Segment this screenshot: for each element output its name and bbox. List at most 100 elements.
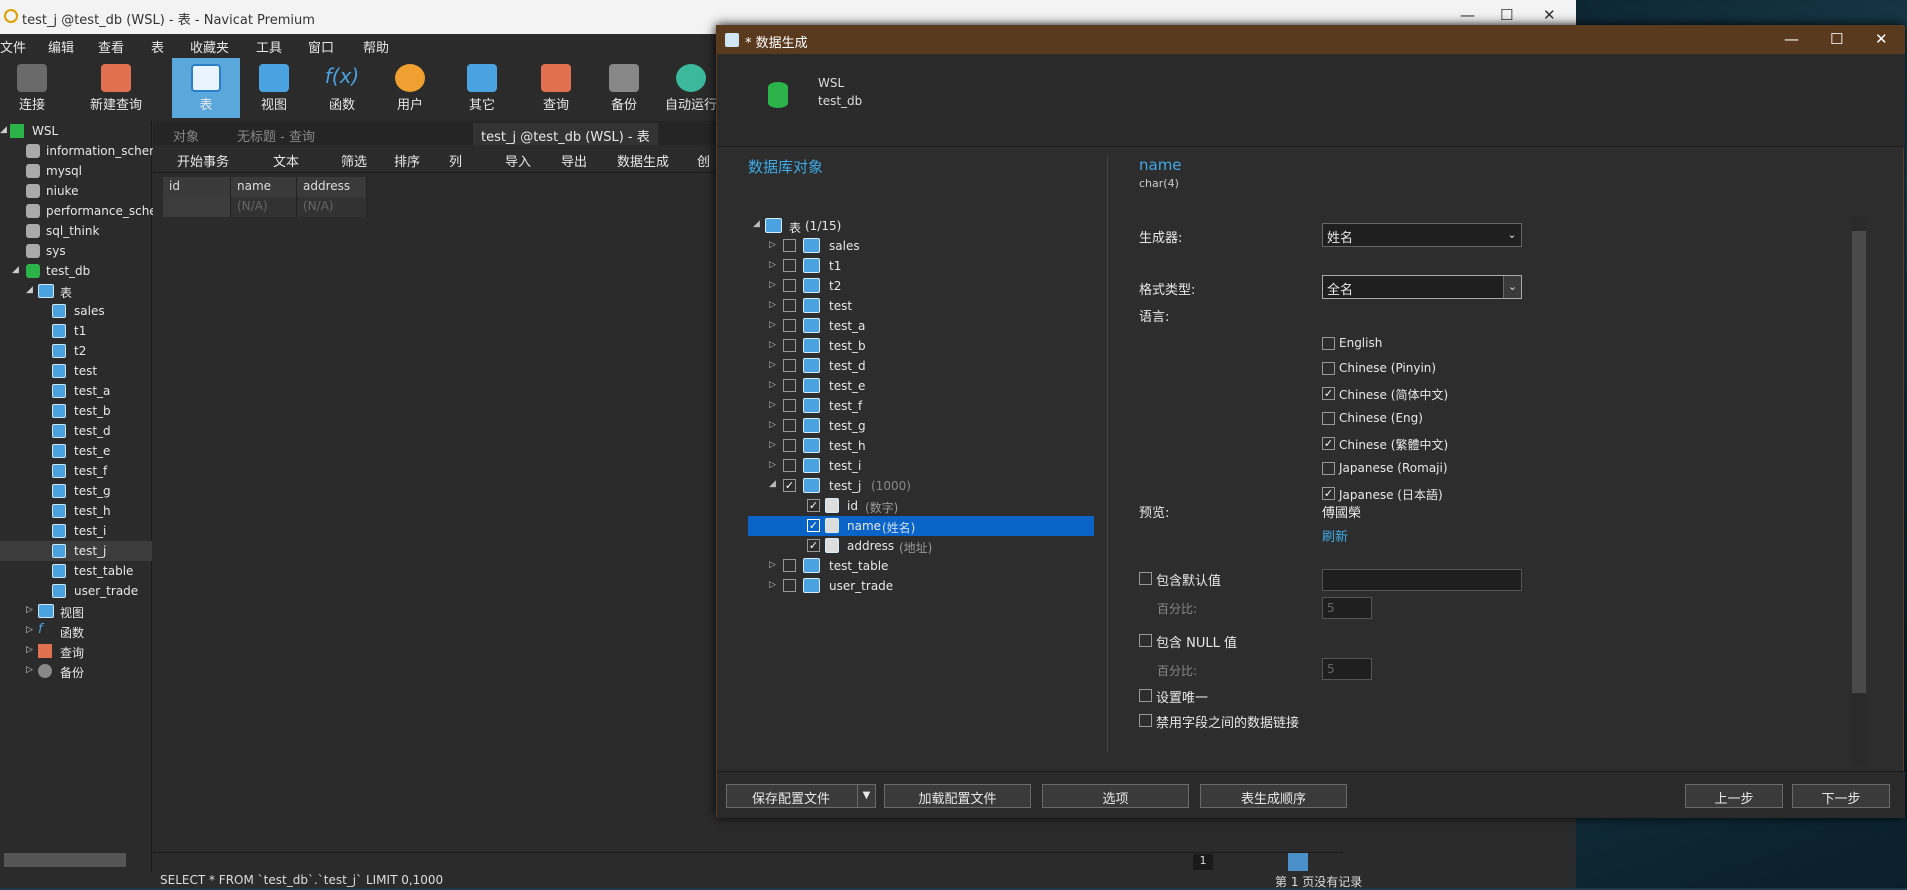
include-default-checkbox[interactable] <box>1139 572 1152 585</box>
grid-cell[interactable]: (N/A) <box>231 197 297 217</box>
data-generation-button[interactable]: 数据生成 <box>617 151 669 170</box>
table-checkbox[interactable] <box>783 359 796 372</box>
language-checkbox[interactable] <box>1322 337 1335 350</box>
options-button[interactable]: 选项 <box>1042 784 1189 808</box>
tab-untitled-query[interactable]: 无标题 - 查询 <box>229 123 323 145</box>
menu-view[interactable]: 查看 <box>98 37 124 56</box>
grid-view-toggle[interactable] <box>1288 853 1308 871</box>
null-percent-input[interactable]: 5 <box>1322 658 1372 680</box>
menu-edit[interactable]: 编辑 <box>48 37 74 56</box>
export-button[interactable]: 导出 <box>561 151 587 170</box>
default-value-input[interactable] <box>1322 569 1522 591</box>
save-profile-button[interactable]: 保存配置文件 ▼ <box>726 784 876 808</box>
default-percent-input[interactable]: 5 <box>1322 597 1372 619</box>
expand-arrow-icon[interactable]: ▷ <box>769 360 776 370</box>
field-checkbox[interactable]: ✓ <box>807 519 820 532</box>
query-button[interactable]: 查询 <box>526 58 586 118</box>
menu-file[interactable]: 文件 <box>0 37 26 56</box>
table-order-button[interactable]: 表生成顺序 <box>1200 784 1347 808</box>
minimize-button[interactable]: — <box>1460 6 1475 24</box>
menu-tools[interactable]: 工具 <box>256 37 282 56</box>
begin-transaction-button[interactable]: 开始事务 <box>177 151 229 170</box>
new-query-button[interactable]: 新建查询 <box>76 58 156 118</box>
expand-arrow-icon[interactable]: ▷ <box>769 260 776 270</box>
filter-button[interactable]: 筛选 <box>341 151 367 170</box>
language-checkbox[interactable] <box>1322 362 1335 375</box>
table-checkbox[interactable] <box>783 439 796 452</box>
table-checkbox[interactable] <box>783 319 796 332</box>
expand-arrow-icon[interactable]: ▷ <box>769 420 776 430</box>
grid-header-name[interactable]: name <box>231 177 297 197</box>
page-number-input[interactable]: 1 <box>1193 854 1213 870</box>
close-button[interactable]: ✕ <box>1543 6 1556 24</box>
tab-objects[interactable]: 对象 <box>165 123 207 145</box>
tab-table[interactable]: test_j @test_db (WSL) - 表 <box>473 123 658 145</box>
grid-header-address[interactable]: address <box>297 177 367 197</box>
backup-button[interactable]: 备份 <box>594 58 654 118</box>
table-checkbox[interactable] <box>783 379 796 392</box>
expand-arrow-icon[interactable]: ▷ <box>769 320 776 330</box>
grid-cell[interactable] <box>163 197 231 217</box>
table-checkbox[interactable] <box>783 339 796 352</box>
format-type-select[interactable]: 全名 ⌄ <box>1322 275 1522 299</box>
expand-arrow-icon[interactable]: ▷ <box>769 340 776 350</box>
tree-field-name-selected[interactable]: ✓ name (姓名) <box>748 516 1094 536</box>
sidebar-scrollbar[interactable] <box>4 853 126 867</box>
table-button[interactable]: 表 <box>172 58 240 118</box>
tree-table-item-selected[interactable]: test_j <box>0 541 152 561</box>
load-profile-button[interactable]: 加载配置文件 <box>884 784 1031 808</box>
table-checkbox[interactable] <box>783 299 796 312</box>
language-checkbox[interactable]: ✓ <box>1322 387 1335 400</box>
table-checkbox[interactable]: ✓ <box>783 479 796 492</box>
expand-arrow-icon[interactable]: ▷ <box>769 280 776 290</box>
disable-link-checkbox[interactable] <box>1139 714 1152 727</box>
columns-button[interactable]: 列 <box>449 151 462 170</box>
dialog-close-button[interactable]: ✕ <box>1875 30 1888 48</box>
expand-arrow-icon[interactable]: ▷ <box>769 460 776 470</box>
sort-button[interactable]: 排序 <box>394 151 420 170</box>
table-checkbox[interactable] <box>783 419 796 432</box>
refresh-link[interactable]: 刷新 <box>1322 526 1348 545</box>
table-checkbox[interactable] <box>783 399 796 412</box>
table-checkbox[interactable] <box>783 579 796 592</box>
function-button[interactable]: f(x) 函数 <box>312 58 372 118</box>
menu-window[interactable]: 窗口 <box>308 37 334 56</box>
expand-arrow-icon[interactable]: ▷ <box>769 300 776 310</box>
grid-cell[interactable]: (N/A) <box>297 197 367 217</box>
language-checkbox[interactable] <box>1322 412 1335 425</box>
next-button[interactable]: 下一步 <box>1792 784 1890 808</box>
language-checkbox[interactable]: ✓ <box>1322 437 1335 450</box>
field-checkbox[interactable]: ✓ <box>807 499 820 512</box>
table-checkbox[interactable] <box>783 279 796 292</box>
prev-button[interactable]: 上一步 <box>1685 784 1783 808</box>
include-null-checkbox[interactable] <box>1139 634 1152 647</box>
maximize-button[interactable]: ☐ <box>1500 6 1513 24</box>
table-checkbox[interactable] <box>783 459 796 472</box>
table-checkbox[interactable] <box>783 559 796 572</box>
grid-header-id[interactable]: id <box>163 177 231 197</box>
dialog-minimize-button[interactable]: — <box>1784 30 1799 48</box>
right-panel-scrollbar-thumb[interactable] <box>1852 231 1866 693</box>
text-button[interactable]: 文本 <box>273 151 299 170</box>
menu-favorites[interactable]: 收藏夹 <box>190 37 229 56</box>
connect-button[interactable]: 连接 <box>2 58 62 118</box>
field-checkbox[interactable]: ✓ <box>807 539 820 552</box>
language-checkbox[interactable] <box>1322 462 1335 475</box>
expand-arrow-icon[interactable]: ▷ <box>769 240 776 250</box>
view-button[interactable]: 视图 <box>244 58 304 118</box>
automation-button[interactable]: 自动运行 <box>660 58 722 118</box>
dialog-maximize-button[interactable]: ☐ <box>1830 30 1843 48</box>
generator-select[interactable]: 姓名 ⌄ <box>1322 223 1522 247</box>
menu-table[interactable]: 表 <box>151 37 164 56</box>
import-button[interactable]: 导入 <box>505 151 531 170</box>
menu-help[interactable]: 帮助 <box>363 37 389 56</box>
expand-arrow-icon[interactable]: ▷ <box>769 400 776 410</box>
table-checkbox[interactable] <box>783 239 796 252</box>
other-button[interactable]: 其它 <box>452 58 512 118</box>
expand-arrow-icon[interactable]: ▷ <box>769 380 776 390</box>
set-unique-checkbox[interactable] <box>1139 689 1152 702</box>
table-checkbox[interactable] <box>783 259 796 272</box>
language-checkbox[interactable]: ✓ <box>1322 487 1335 500</box>
create-button[interactable]: 创 <box>697 151 710 170</box>
expand-arrow-icon[interactable]: ▷ <box>769 440 776 450</box>
